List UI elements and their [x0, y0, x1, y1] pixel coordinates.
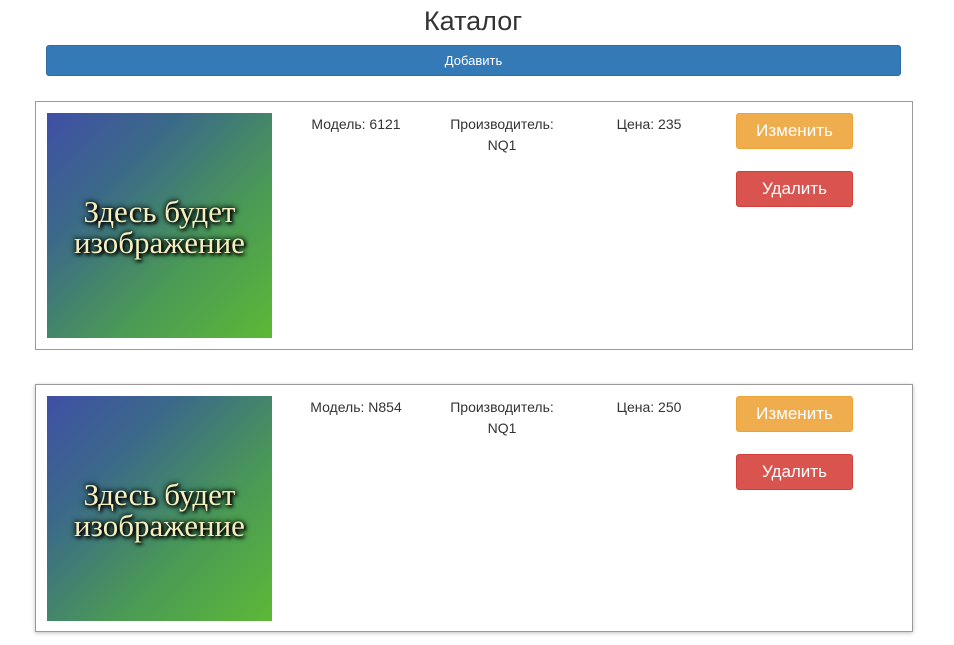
- product-price: Цена: 235: [616, 116, 682, 132]
- image-placeholder-line1: Здесь будет: [83, 476, 236, 512]
- image-placeholder-text: Здесь будет изображение: [74, 479, 245, 541]
- manufacturer-value: NQ1: [487, 420, 517, 436]
- delete-button[interactable]: Удалить: [736, 171, 853, 207]
- image-placeholder-line2: изображение: [74, 507, 245, 543]
- manufacturer-value: NQ1: [487, 137, 517, 153]
- page-title: Каталог: [423, 6, 523, 36]
- product-card: Здесь будет изображение Модель: 6121 Про…: [35, 101, 913, 350]
- edit-button[interactable]: Изменить: [736, 113, 853, 149]
- image-placeholder-line1: Здесь будет: [83, 193, 236, 229]
- add-button[interactable]: Добавить: [46, 45, 901, 76]
- product-price: Цена: 250: [616, 399, 682, 415]
- delete-button[interactable]: Удалить: [736, 454, 853, 490]
- manufacturer-label: Производитель:: [450, 399, 554, 415]
- product-image-placeholder: Здесь будет изображение: [47, 396, 272, 621]
- product-model: Модель: N854: [310, 399, 402, 415]
- image-placeholder-text: Здесь будет изображение: [74, 196, 245, 258]
- product-manufacturer: Производитель: NQ1: [432, 397, 572, 439]
- image-placeholder-line2: изображение: [74, 224, 245, 260]
- manufacturer-label: Производитель:: [450, 116, 554, 132]
- product-card: Здесь будет изображение Модель: N854 Про…: [35, 384, 913, 632]
- product-manufacturer: Производитель: NQ1: [432, 114, 572, 156]
- product-model: Модель: 6121: [311, 116, 401, 132]
- product-image-placeholder: Здесь будет изображение: [47, 113, 272, 338]
- edit-button[interactable]: Изменить: [736, 396, 853, 432]
